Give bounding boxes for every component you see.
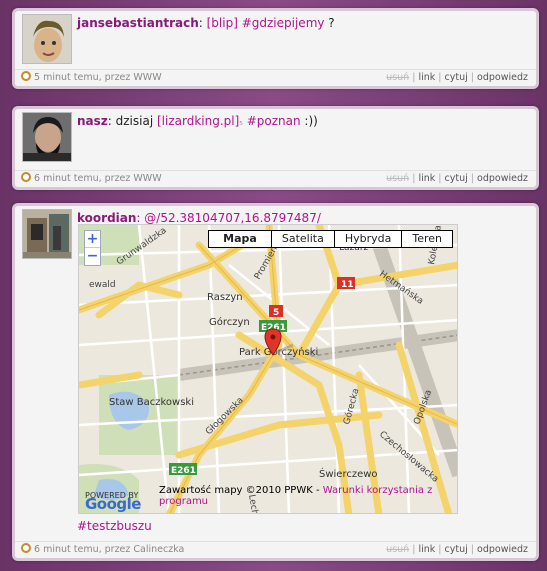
delete-button[interactable]: usuń xyxy=(386,72,409,83)
map-type-terrain[interactable]: Teren xyxy=(401,231,452,247)
delete-button[interactable]: usuń xyxy=(386,173,409,184)
author-link[interactable]: koordian xyxy=(77,211,136,225)
post-footer: 6 minut temu, przez Calineczka usuń | li… xyxy=(15,541,536,558)
author-link[interactable]: nasz xyxy=(77,114,108,128)
link-button[interactable]: link xyxy=(418,173,435,184)
avatar[interactable] xyxy=(22,14,72,64)
hashtag-link[interactable]: #poznan xyxy=(247,114,301,128)
link-button[interactable]: link xyxy=(418,544,435,555)
map-label: Staw Baczkowski xyxy=(109,397,194,408)
external-link[interactable]: [lizardking.pl] xyxy=(157,114,239,128)
map-type-switcher: Mapa Satelita Hybryda Teren xyxy=(208,230,453,248)
map-label: ewald xyxy=(89,280,116,290)
post-2: nasz: dzisiaj [lizardking.pl]₅ #poznan :… xyxy=(12,106,539,190)
coords-link[interactable]: : @/52.38104707,16.8797487/ xyxy=(136,211,320,225)
map-label: Górczyn xyxy=(209,316,250,328)
text-segment: :)) xyxy=(300,114,318,128)
zoom-control: + − xyxy=(84,230,101,266)
map-type-satellite[interactable]: Satelita xyxy=(270,231,334,247)
map-type-hybrid[interactable]: Hybryda xyxy=(333,231,402,247)
post-footer: 5 minut temu, przez WWW usuń | link | cy… xyxy=(15,69,536,86)
map-type-map[interactable]: Mapa xyxy=(209,231,271,247)
post-text: jansebastiantrach: [blip] #gdziepijemy ? xyxy=(77,16,528,31)
zoom-out-button[interactable]: − xyxy=(85,248,100,265)
quote-button[interactable]: cytuj xyxy=(445,544,468,555)
clock-icon xyxy=(21,172,31,182)
post-actions: usuń | link | cytuj | odpowiedz xyxy=(386,173,528,184)
map-tiles[interactable]: ewald Grunwaldzka Promienista Raszyn Gór… xyxy=(79,225,458,514)
google-logo[interactable]: POWERED BY Google xyxy=(85,491,141,513)
quote-button[interactable]: cytuj xyxy=(445,173,468,184)
author-link[interactable]: jansebastiantrach xyxy=(77,16,199,30)
zoom-in-button[interactable]: + xyxy=(85,231,100,248)
road-badge: 5 xyxy=(273,308,279,318)
avatar[interactable] xyxy=(22,209,72,259)
logo-text: Google xyxy=(85,495,141,513)
quote-button[interactable]: cytuj xyxy=(445,72,468,83)
hashtag-link[interactable]: #gdziepijemy xyxy=(242,16,325,30)
hashtag-link[interactable]: #testzbuszu xyxy=(77,519,152,533)
clock-icon xyxy=(21,71,31,81)
reply-button[interactable]: odpowiedz xyxy=(477,173,528,184)
road-badge: E261 xyxy=(171,466,196,476)
post-footer: 6 minut temu, przez WWW usuń | link | cy… xyxy=(15,170,536,187)
post-time: 6 minut temu, przez WWW xyxy=(34,173,162,184)
map-copyright: Zawartość mapy ©2010 PPWK - Warunki korz… xyxy=(159,485,457,507)
road-badge: 11 xyxy=(341,280,354,290)
link-button[interactable]: link xyxy=(418,72,435,83)
post-3: koordian: @/52.38104707,16.8797487/ ewal… xyxy=(12,203,539,561)
reply-button[interactable]: odpowiedz xyxy=(477,72,528,83)
map-label: Świerczewo xyxy=(319,467,378,480)
post-time: 6 minut temu, przez Calineczka xyxy=(34,544,185,555)
reply-button[interactable]: odpowiedz xyxy=(477,544,528,555)
post-text: nasz: dzisiaj [lizardking.pl]₅ #poznan :… xyxy=(77,114,528,131)
copyright-text: Zawartość mapy ©2010 PPWK - xyxy=(159,485,323,496)
avatar[interactable] xyxy=(22,112,72,162)
clock-icon xyxy=(21,543,31,553)
text-segment: : dzisiaj xyxy=(107,114,157,128)
blip-link[interactable]: [blip] xyxy=(207,16,238,30)
post-actions: usuń | link | cytuj | odpowiedz xyxy=(386,72,528,83)
text-segment: ? xyxy=(324,16,335,30)
post-time: 5 minut temu, przez WWW xyxy=(34,72,162,83)
map-widget[interactable]: ewald Grunwaldzka Promienista Raszyn Gór… xyxy=(78,224,458,514)
post-tag: #testzbuszu xyxy=(77,519,152,533)
post-actions: usuń | link | cytuj | odpowiedz xyxy=(386,544,528,555)
text-segment: : xyxy=(198,16,207,30)
map-label: Raszyn xyxy=(207,292,243,303)
delete-button[interactable]: usuń xyxy=(386,544,409,555)
post-1: jansebastiantrach: [blip] #gdziepijemy ?… xyxy=(12,8,539,89)
